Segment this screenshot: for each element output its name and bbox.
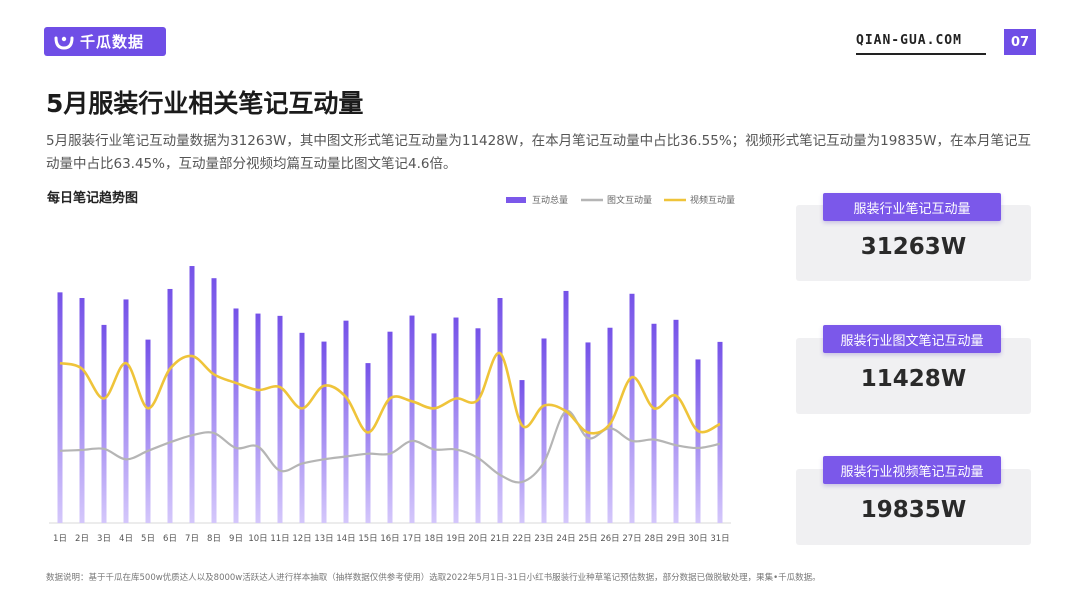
legend-label-video: 视频互动量 (690, 194, 735, 206)
bar-10 (255, 313, 261, 523)
bar-5 (145, 339, 151, 523)
x-tick-label: 24日 (556, 534, 575, 544)
bar-8 (211, 278, 217, 523)
bar-19 (453, 317, 459, 523)
bar-7 (189, 266, 195, 523)
x-tick-label: 31日 (710, 534, 729, 544)
bar-23 (541, 338, 547, 523)
x-tick-label: 11日 (270, 534, 289, 544)
x-tick-label: 13日 (314, 534, 333, 544)
x-tick-label: 30日 (688, 534, 707, 544)
x-tick-label: 29日 (666, 534, 685, 544)
bar-14 (343, 320, 349, 523)
bar-28 (651, 323, 657, 523)
bar-29 (673, 319, 679, 523)
site-url: QIAN-GUA.COM (856, 33, 962, 48)
kpi-value-total: 31263W (860, 234, 967, 260)
x-tick-label: 6日 (163, 534, 177, 544)
bar-9 (233, 308, 239, 523)
x-tick-label: 21日 (490, 534, 509, 544)
kpi-value-image: 11428W (860, 366, 967, 392)
x-tick-label: 20日 (468, 534, 487, 544)
x-tick-label: 5日 (141, 534, 155, 544)
kpi-label-total: 服装行业笔记互动量 (823, 193, 1001, 221)
x-tick-label: 26日 (600, 534, 619, 544)
bar-21 (497, 298, 503, 523)
x-tick-label: 12日 (292, 534, 311, 544)
x-tick-label: 9日 (229, 534, 243, 544)
x-tick-label: 28日 (644, 534, 663, 544)
page-number: 07 (1004, 29, 1036, 55)
bar-17 (409, 315, 415, 523)
kpi-label-video: 服装行业视频笔记互动量 (823, 456, 1001, 484)
x-tick-label: 17日 (402, 534, 421, 544)
x-tick-label: 18日 (424, 534, 443, 544)
bar-22 (519, 380, 525, 523)
site-underline (856, 53, 986, 55)
x-tick-label: 3日 (97, 534, 111, 544)
data-footnote: 数据说明：基于千瓜在库500w优质达人以及8000w活跃达人进行样本抽取（抽样数… (46, 573, 821, 583)
x-tick-label: 8日 (207, 534, 221, 544)
bar-24 (563, 290, 569, 523)
bar-12 (299, 332, 305, 523)
x-tick-label: 15日 (358, 534, 377, 544)
x-tick-label: 16日 (380, 534, 399, 544)
x-tick-label: 22日 (512, 534, 531, 544)
x-tick-label: 23日 (534, 534, 553, 544)
bar-11 (277, 315, 283, 523)
bar-31 (717, 341, 723, 523)
bar-27 (629, 293, 635, 523)
x-tick-label: 27日 (622, 534, 641, 544)
bar-16 (387, 331, 393, 523)
x-tick-label: 2日 (75, 534, 89, 544)
bar-3 (101, 324, 107, 523)
x-tick-label: 14日 (336, 534, 355, 544)
daily-notes-chart: 1日 2日 3日 4日 5日 6日 7日 8日 9日 10日 11日 12日 13日 14日 15日 16日 1… (49, 194, 735, 544)
x-tick-label: 19日 (446, 534, 465, 544)
bar-20 (475, 328, 481, 523)
x-tick-label: 7日 (185, 534, 199, 544)
bar-13 (321, 341, 327, 523)
x-tick-label: 25日 (578, 534, 597, 544)
kpi-label-image: 服装行业图文笔记互动量 (823, 325, 1001, 353)
x-tick-label: 4日 (119, 534, 133, 544)
legend-swatch-total (506, 197, 526, 203)
bar-2 (79, 298, 85, 523)
kpi-value-video: 19835W (860, 497, 967, 523)
x-tick-label: 1日 (53, 534, 67, 544)
bar-6 (167, 288, 173, 523)
legend-label-image: 图文互动量 (607, 194, 652, 206)
bar-18 (431, 333, 437, 523)
bar-4 (123, 299, 129, 523)
bar-15 (365, 363, 371, 523)
bar-30 (695, 359, 701, 523)
legend-label-total: 互动总量 (532, 194, 568, 206)
bar-1 (57, 292, 63, 523)
x-tick-label: 10日 (248, 534, 267, 544)
